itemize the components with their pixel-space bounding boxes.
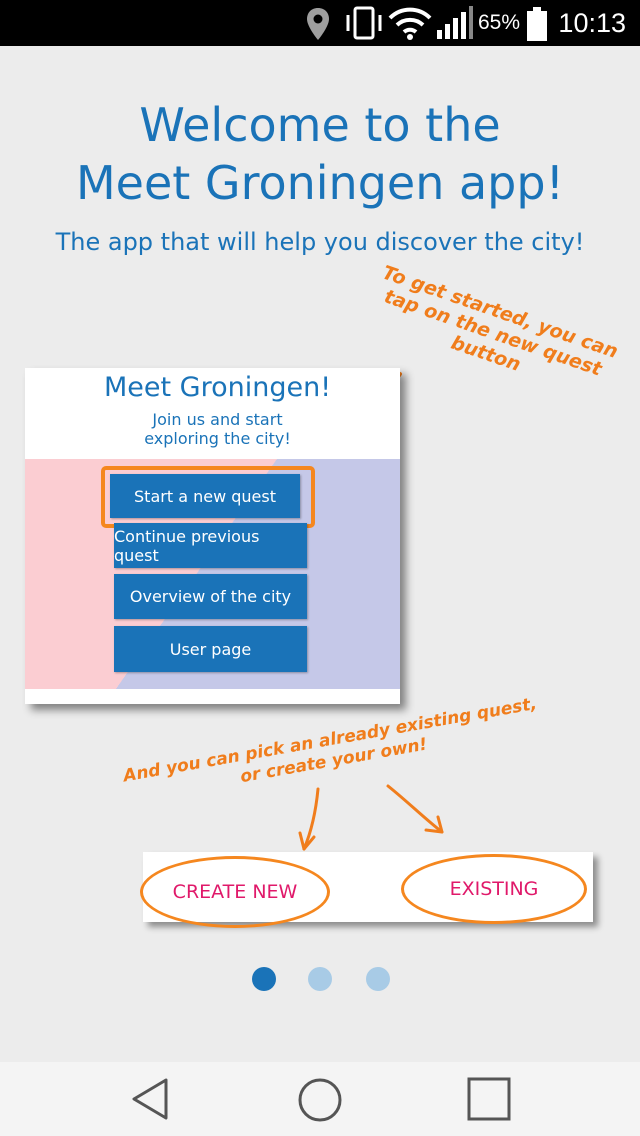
preview-title: Meet Groningen! [103,372,332,403]
preview-subtitle-line1: Join us and start [152,410,283,429]
tutorial-arrow-left-icon [298,787,320,851]
preview-overview-button: Overview of the city [114,574,307,619]
home-icon[interactable] [296,1076,344,1124]
pager-dot-3[interactable] [366,967,390,991]
battery-percent: 65% [478,11,521,34]
create-new-option: CREATE NEW [140,856,330,928]
preview-subtitle: Join us and start exploring the city! [25,410,400,448]
preview-subtitle-line2: exploring the city! [144,429,291,448]
existing-option: EXISTING [401,854,587,924]
location-icon [307,8,329,40]
clock: 10:13 [558,8,626,38]
preview-continue-quest-button: Continue previous quest [114,523,307,568]
signal-icon [437,6,473,39]
battery-icon [527,7,547,41]
tutorial-arrow-right-icon [386,784,444,834]
navigation-bar [0,1062,640,1136]
preview-user-page-button: User page [114,626,307,672]
quest-options-preview: CREATE NEW EXISTING [140,852,593,928]
pager-dot-1-active[interactable] [252,967,276,991]
wifi-icon [388,7,432,40]
welcome-title-line1: Welcome to the [139,98,501,152]
tutorial-annotation-bottom: And you can pick an already existing que… [92,689,572,814]
back-icon[interactable] [128,1076,172,1122]
status-bar: 65% 10:13 [0,0,640,46]
start-quest-highlight [101,466,315,528]
pager-dot-2[interactable] [308,967,332,991]
recents-icon[interactable] [466,1076,512,1122]
app-preview-screenshot: Meet Groningen! Join us and start explor… [25,368,400,704]
welcome-subtitle: The app that will help you discover the … [55,228,585,256]
vibrate-icon [346,6,382,40]
welcome-title-line2: Meet Groningen app! [75,156,565,210]
welcome-title: Welcome to the Meet Groningen app! [0,96,640,212]
